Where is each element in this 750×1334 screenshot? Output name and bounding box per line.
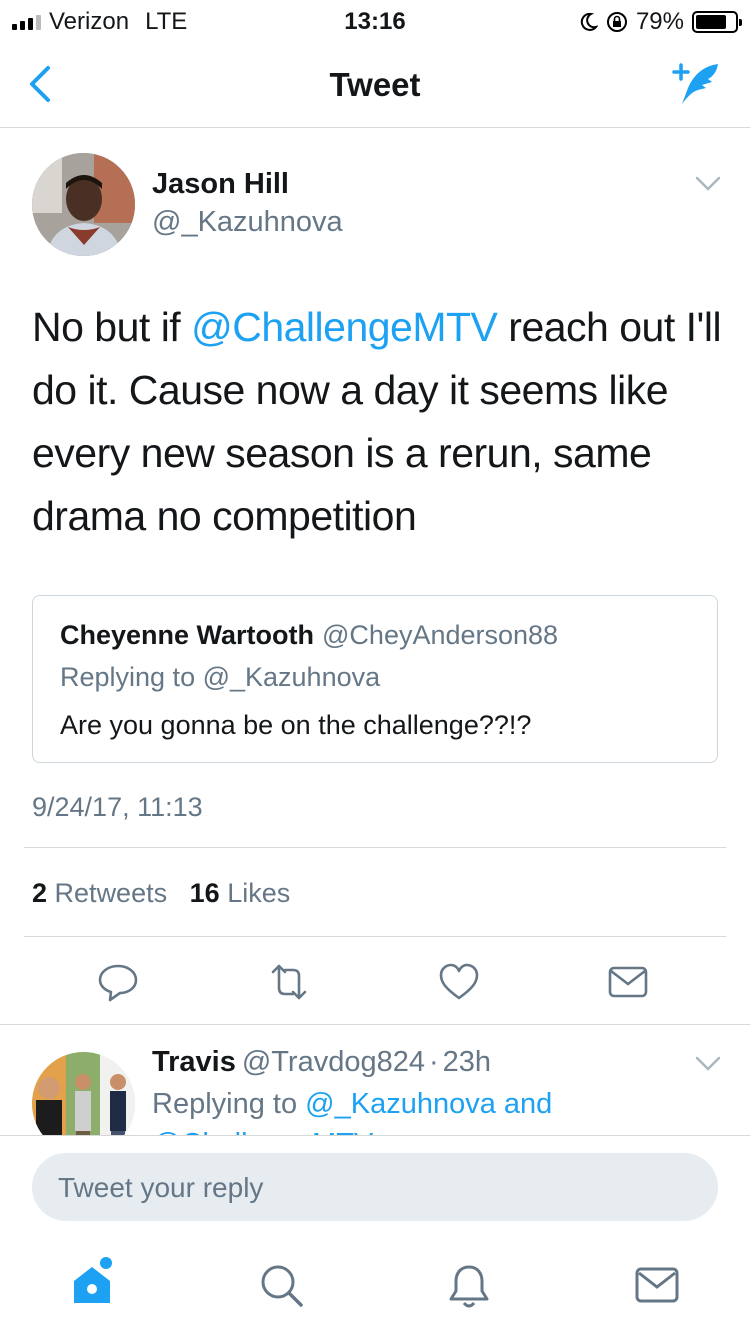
retweets-count: 2 [32, 878, 48, 908]
engagement-stats: 2 Retweets 16 Likes [32, 878, 290, 909]
reply-replying-to: Replying to @_Kazuhnova and [152, 1088, 552, 1121]
chevron-down-icon[interactable] [694, 1054, 722, 1074]
retweet-icon[interactable] [267, 962, 311, 1002]
likes-label: Likes [227, 878, 291, 908]
tweet-text-before: No but if [32, 304, 192, 350]
like-heart-icon[interactable] [437, 962, 481, 1002]
author-name[interactable]: Jason Hill [152, 168, 289, 201]
tab-bar [0, 1257, 750, 1321]
tweet-actions [0, 962, 750, 1002]
compose-tweet-icon[interactable] [668, 58, 724, 110]
retweets-label: Retweets [54, 878, 168, 908]
messages-icon[interactable] [633, 1261, 681, 1313]
notifications-bell-icon[interactable] [445, 1261, 493, 1313]
author-avatar[interactable] [32, 153, 135, 256]
reply-header: Travis @Travdog824 · 23h [152, 1046, 491, 1079]
author-handle[interactable]: @_Kazuhnova [152, 206, 343, 239]
reply-author-name[interactable]: Travis [152, 1046, 236, 1078]
divider [24, 936, 726, 937]
status-bar: Verizon LTE 13:16 79% [0, 0, 750, 40]
battery-icon [692, 11, 742, 33]
chevron-down-icon[interactable] [694, 174, 722, 194]
likes-count: 16 [189, 878, 220, 908]
quoted-text: Are you gonna be on the challenge??!? [60, 710, 532, 740]
bottom-composer: Tweet your reply [0, 1135, 750, 1334]
page-title: Tweet [329, 66, 421, 103]
status-right: 79% [578, 8, 742, 36]
reply-separator: · [428, 1046, 439, 1078]
divider [24, 847, 726, 848]
likes-stat[interactable]: 16 Likes [190, 878, 291, 908]
quoted-header: Cheyenne Wartooth @CheyAnderson88 [60, 620, 558, 651]
direct-message-icon[interactable] [606, 962, 650, 1002]
avatar-photo [32, 153, 135, 256]
mention-link[interactable]: @ChallengeMTV [191, 304, 498, 350]
retweets-stat[interactable]: 2 Retweets [32, 878, 167, 908]
moon-icon [580, 12, 598, 31]
reply-input[interactable]: Tweet your reply [32, 1153, 718, 1221]
reply-time: 23h [442, 1046, 492, 1078]
quoted-author-handle: @CheyAnderson88 [322, 620, 559, 650]
reply-author-handle[interactable]: @Travdog824 [242, 1046, 425, 1078]
search-icon[interactable] [257, 1261, 305, 1313]
reply-replying-prefix: Replying to [152, 1088, 306, 1120]
orientation-lock-icon [606, 12, 627, 32]
quoted-author-name: Cheyenne Wartooth [60, 620, 315, 650]
tweet-text: No but if @ChallengeMTV reach out I'll d… [32, 296, 722, 548]
reply-mention-link[interactable]: @_Kazuhnova and [305, 1088, 552, 1120]
nav-bar: Tweet [0, 40, 750, 128]
section-separator [0, 1024, 750, 1025]
quoted-tweet[interactable]: Cheyenne Wartooth @CheyAnderson88 Replyin… [32, 595, 718, 763]
battery-percent: 79% [635, 8, 684, 35]
quoted-replying-to: Replying to @_Kazuhnova [60, 662, 381, 692]
home-icon[interactable] [68, 1255, 116, 1307]
reply-icon[interactable] [96, 962, 140, 1002]
tweet-timestamp: 9/24/17, 11:13 [32, 792, 203, 822]
